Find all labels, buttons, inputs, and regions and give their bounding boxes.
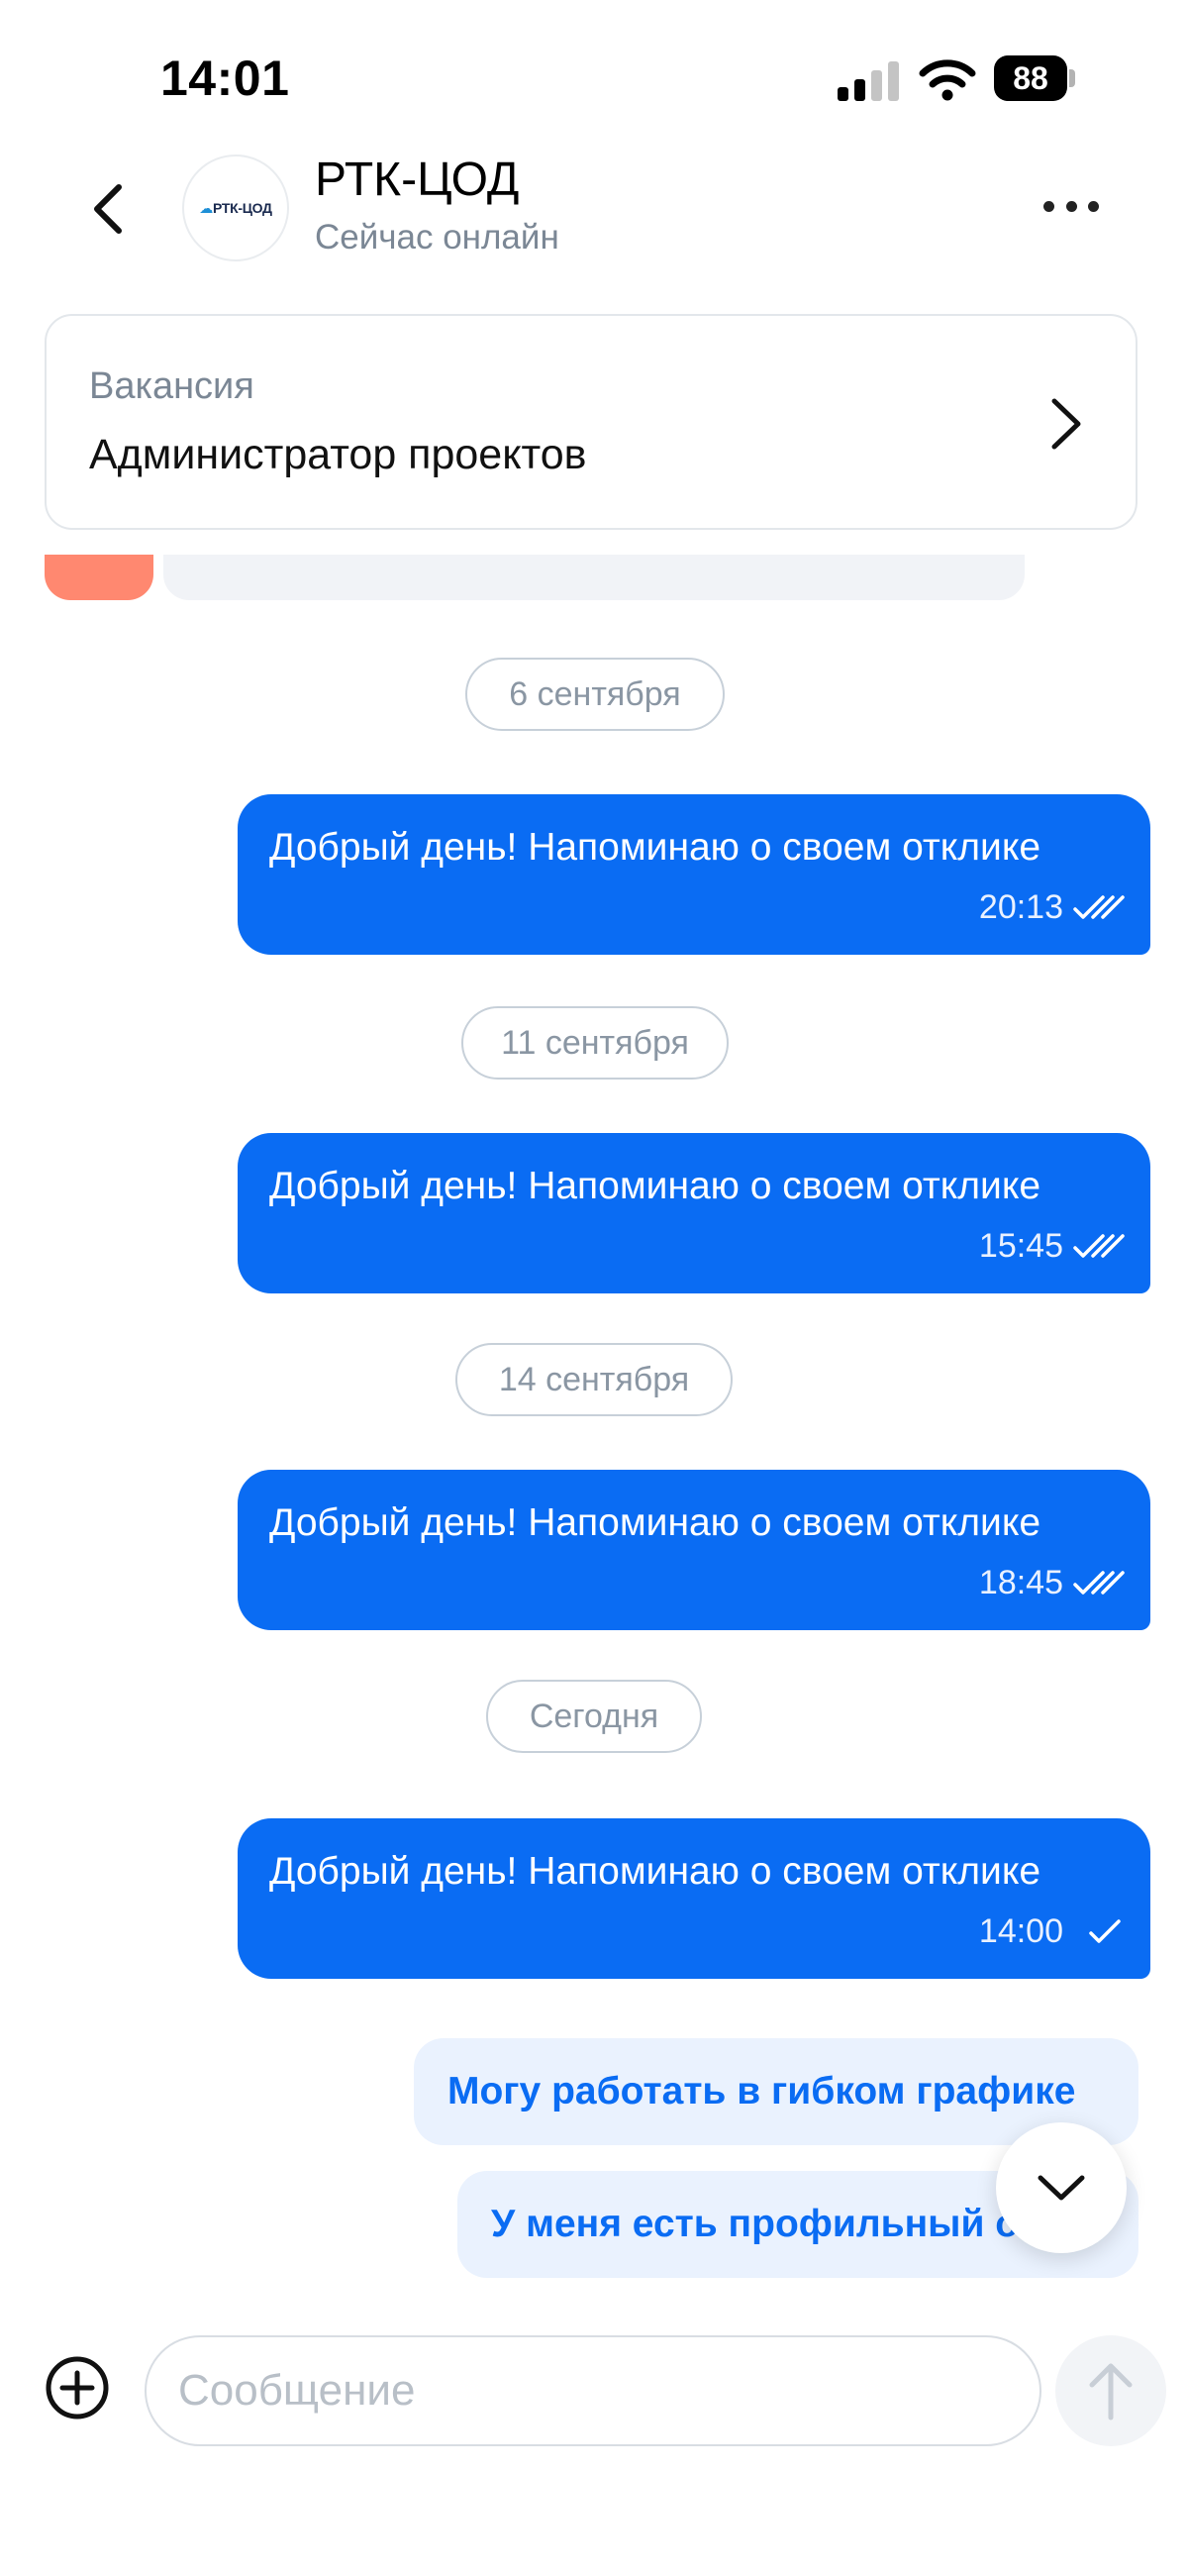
back-button[interactable]: [83, 176, 133, 242]
check-icon: [1089, 1919, 1121, 1943]
outgoing-message[interactable]: Добрый день! Напоминаю о своем отклике 2…: [238, 794, 1150, 955]
vacancy-title: Администратор проектов: [89, 431, 587, 478]
chat-title[interactable]: РТК-ЦОД: [315, 153, 519, 207]
send-button[interactable]: [1055, 2335, 1166, 2446]
wifi-icon: [919, 59, 976, 101]
outgoing-message[interactable]: Добрый день! Напоминаю о своем отклике 1…: [238, 1133, 1150, 1293]
vacancy-card[interactable]: Вакансия Администратор проектов: [45, 314, 1138, 530]
message-time: 15:45: [978, 1227, 1063, 1265]
outgoing-message[interactable]: Добрый день! Напоминаю о своем отклике 1…: [238, 1470, 1150, 1630]
arrow-up-icon: [1089, 2363, 1133, 2421]
message-time: 18:45: [978, 1564, 1063, 1601]
vacancy-label: Вакансия: [89, 365, 254, 407]
message-text: Добрый день! Напоминаю о своем отклике: [269, 1501, 1041, 1544]
more-horizontal-icon: [1043, 200, 1054, 212]
cellular-signal-icon: [838, 61, 899, 101]
attach-plus-icon[interactable]: [45, 2355, 110, 2421]
date-separator: 14 сентября: [455, 1343, 733, 1416]
more-options-button[interactable]: [1043, 194, 1099, 218]
message-text: Добрый день! Напоминаю о своем отклике: [269, 1850, 1041, 1893]
chevron-down-icon: [1038, 2175, 1085, 2201]
message-time: 20:13: [978, 888, 1063, 926]
double-check-icon: [1073, 895, 1125, 919]
partial-incoming-message: [163, 555, 1025, 600]
cloud-icon: ☁: [199, 199, 213, 216]
chevron-right-icon: [1051, 398, 1081, 450]
status-time: 14:01: [160, 51, 290, 106]
message-input[interactable]: [145, 2335, 1041, 2446]
double-check-icon: [1073, 1234, 1125, 1258]
date-separator: 11 сентября: [461, 1006, 729, 1080]
outgoing-message[interactable]: Добрый день! Напоминаю о своем отклике 1…: [238, 1818, 1150, 1979]
battery-level: 88: [994, 55, 1067, 101]
date-separator: Сегодня: [486, 1680, 702, 1753]
double-check-icon: [1073, 1571, 1125, 1595]
message-time: 14:00: [978, 1912, 1063, 1950]
avatar-logo-text: РТК-ЦОД: [212, 199, 272, 216]
message-text: Добрый день! Напоминаю о своем отклике: [269, 1165, 1041, 1207]
message-text: Добрый день! Напоминаю о своем отклике: [269, 826, 1041, 869]
date-separator: 6 сентября: [465, 658, 725, 731]
battery-icon: 88: [994, 55, 1075, 101]
company-avatar[interactable]: ☁РТК-ЦОД: [182, 155, 289, 261]
online-status: Сейчас онлайн: [315, 218, 559, 257]
partial-message-avatar: [45, 555, 153, 600]
scroll-to-bottom-button[interactable]: [996, 2122, 1127, 2253]
chevron-left-icon: [94, 184, 122, 234]
